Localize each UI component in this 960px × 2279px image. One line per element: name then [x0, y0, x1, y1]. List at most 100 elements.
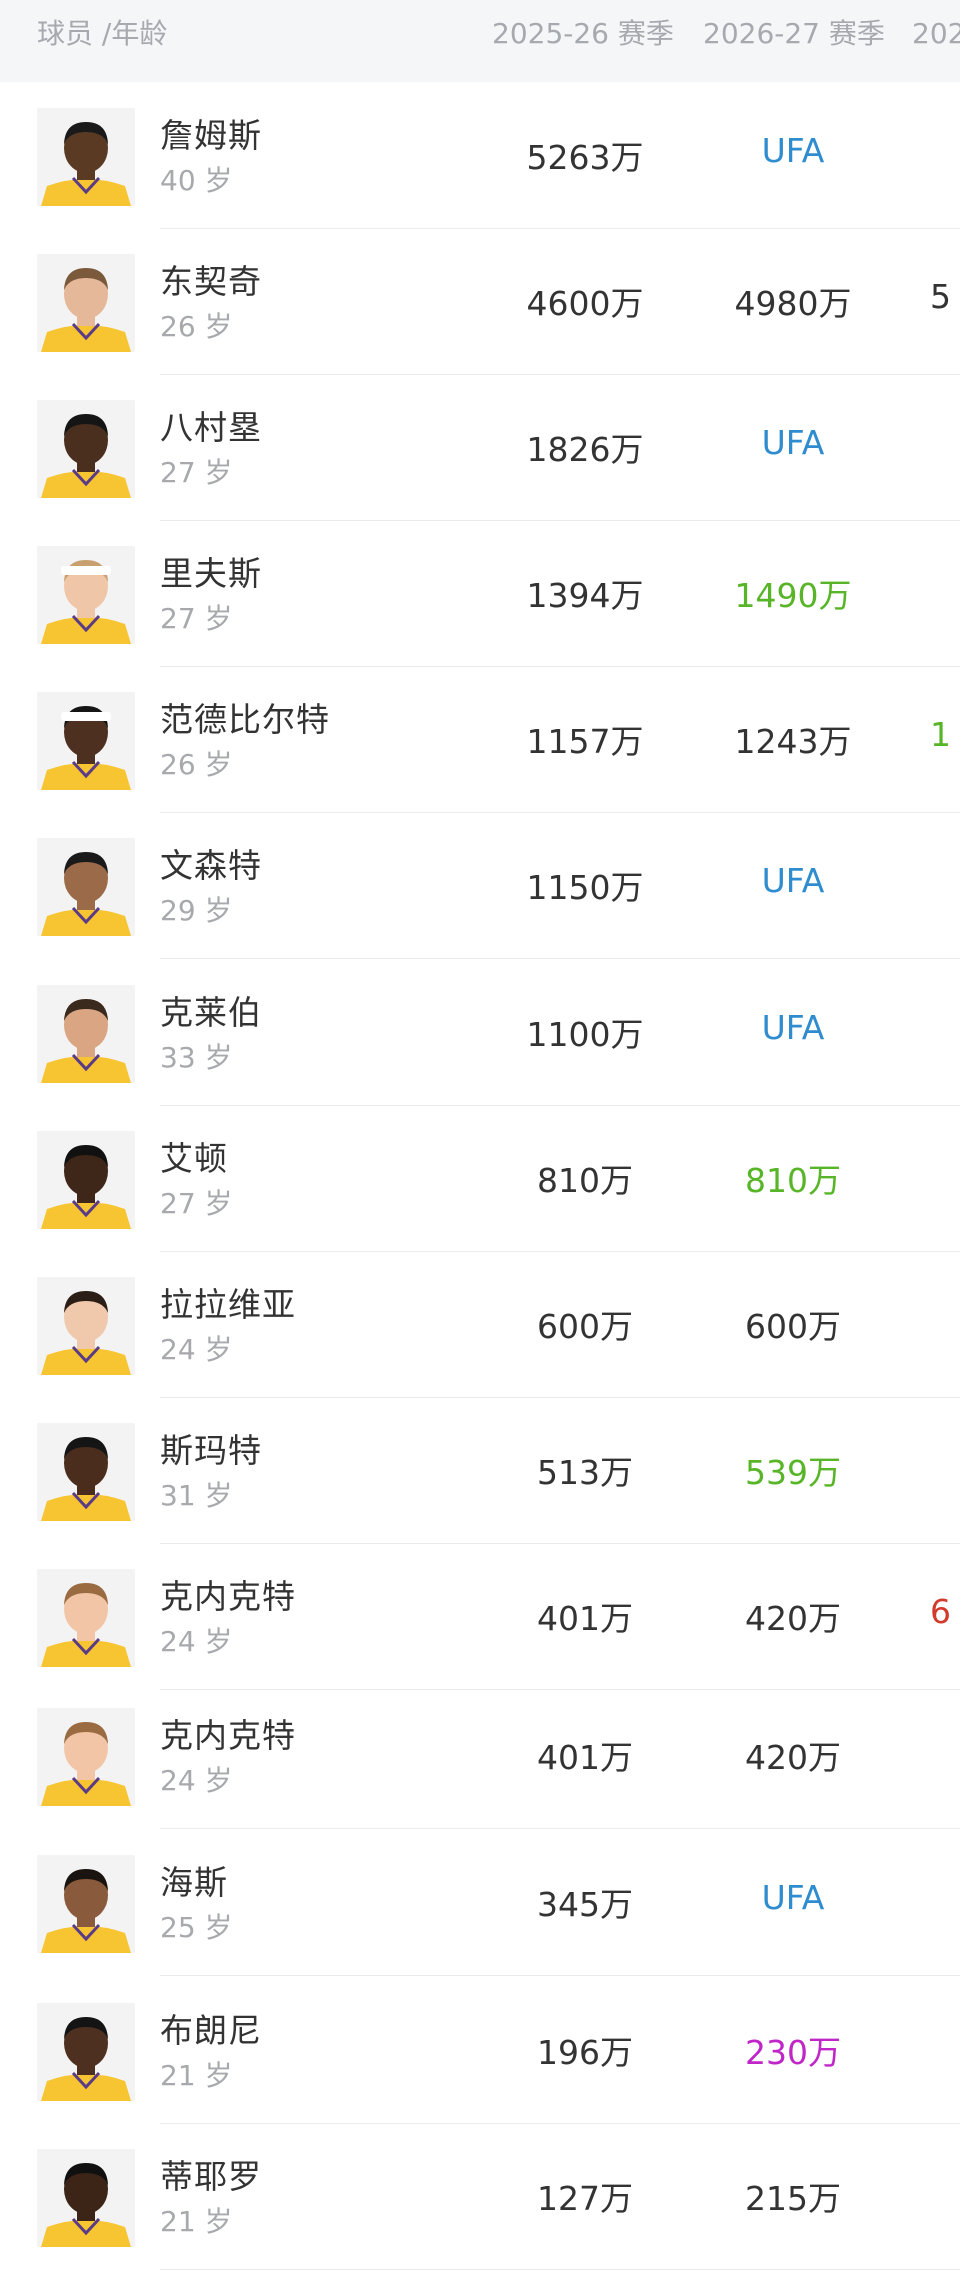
salary-2025-26: 1394万 [526, 576, 644, 615]
player-row[interactable]: 布朗尼 21 岁 196万 230万 [0, 1978, 960, 2124]
player-row[interactable]: 克内克特 24 岁 401万 420万 6 [0, 1544, 960, 1690]
player-name: 文森特 [160, 846, 262, 885]
header-player-age[interactable]: 球员 /年龄 [37, 0, 167, 68]
player-row[interactable]: 八村塁 27 岁 1826万 UFA [0, 375, 960, 521]
salary-2026-27: 539万 [745, 1453, 841, 1492]
player-row[interactable]: 范德比尔特 26 岁 1157万 1243万 1 [0, 667, 960, 813]
salary-2026-27: UFA [761, 1878, 825, 1917]
header-season-next[interactable]: 202 [912, 0, 960, 68]
player-name: 克莱伯 [160, 993, 262, 1032]
player-row[interactable]: 克内克特 24 岁 401万 420万 [0, 1683, 960, 1829]
salary-2026-27: 1243万 [734, 722, 852, 761]
player-avatar[interactable] [37, 1423, 135, 1521]
player-portrait-image [37, 1855, 135, 1953]
player-name: 拉拉维亚 [160, 1285, 296, 1324]
salary-2026-27: UFA [761, 1008, 825, 1047]
player-row[interactable]: 艾顿 27 岁 810万 810万 [0, 1106, 960, 1252]
salary-2025-26: 1100万 [526, 1015, 644, 1054]
player-avatar[interactable] [37, 838, 135, 936]
player-name: 斯玛特 [160, 1431, 262, 1470]
player-row[interactable]: 文森特 29 岁 1150万 UFA [0, 813, 960, 959]
row-divider [160, 2269, 960, 2270]
player-name: 范德比尔特 [160, 700, 330, 739]
salary-2026-27: UFA [761, 423, 825, 462]
player-avatar[interactable] [37, 400, 135, 498]
salary-next-season: 1 [930, 715, 951, 754]
player-name: 布朗尼 [160, 2011, 262, 2050]
player-name: 东契奇 [160, 262, 262, 301]
player-avatar[interactable] [37, 546, 135, 644]
player-row[interactable]: 拉拉维亚 24 岁 600万 600万 [0, 1252, 960, 1398]
player-portrait-image [37, 985, 135, 1083]
header-season-2025-26[interactable]: 2025-26 赛季 [492, 0, 674, 68]
player-avatar[interactable] [37, 2149, 135, 2247]
player-avatar[interactable] [37, 108, 135, 206]
salary-2026-27: 215万 [745, 2179, 841, 2218]
player-row[interactable]: 蒂耶罗 21 岁 127万 215万 [0, 2124, 960, 2270]
salary-2025-26: 401万 [537, 1738, 633, 1777]
player-portrait-image [37, 400, 135, 498]
player-name: 艾顿 [160, 1139, 228, 1178]
player-portrait-image [37, 692, 135, 790]
player-portrait-image [37, 2003, 135, 2101]
player-age: 33 岁 [160, 1041, 233, 1074]
player-portrait-image [37, 1131, 135, 1229]
player-avatar[interactable] [37, 2003, 135, 2101]
salary-2025-26: 1150万 [526, 868, 644, 907]
player-avatar[interactable] [37, 1131, 135, 1229]
player-row[interactable]: 东契奇 26 岁 4600万 4980万 5 [0, 229, 960, 375]
player-portrait-image [37, 254, 135, 352]
player-age: 31 岁 [160, 1479, 233, 1512]
player-portrait-image [37, 1708, 135, 1806]
player-name: 克内克特 [160, 1577, 296, 1616]
player-age: 24 岁 [160, 1333, 233, 1366]
player-portrait-image [37, 1277, 135, 1375]
salary-2025-26: 1826万 [526, 430, 644, 469]
header-season-2026-27[interactable]: 2026-27 赛季 [703, 0, 885, 68]
salary-2025-26: 127万 [537, 2179, 633, 2218]
salary-2025-26: 5263万 [526, 138, 644, 177]
salary-2026-27: 420万 [745, 1738, 841, 1777]
player-age: 27 岁 [160, 602, 233, 635]
salary-2026-27: UFA [761, 131, 825, 170]
table-header: 球员 /年龄 2025-26 赛季 2026-27 赛季 202 [0, 0, 960, 82]
player-age: 29 岁 [160, 894, 233, 927]
salary-2025-26: 810万 [537, 1161, 633, 1200]
player-age: 25 岁 [160, 1911, 233, 1944]
player-avatar[interactable] [37, 254, 135, 352]
salary-next-season: 6 [930, 1592, 951, 1631]
player-name: 克内克特 [160, 1716, 296, 1755]
salary-2025-26: 345万 [537, 1885, 633, 1924]
player-portrait-image [37, 1569, 135, 1667]
player-row[interactable]: 海斯 25 岁 345万 UFA [0, 1830, 960, 1976]
player-avatar[interactable] [37, 692, 135, 790]
player-portrait-image [37, 838, 135, 936]
player-avatar[interactable] [37, 1277, 135, 1375]
salary-next-season: 5 [930, 277, 951, 316]
player-name: 蒂耶罗 [160, 2157, 262, 2196]
player-age: 26 岁 [160, 748, 233, 781]
row-divider [160, 1828, 960, 1829]
salary-2025-26: 513万 [537, 1453, 633, 1492]
player-row[interactable]: 詹姆斯 40 岁 5263万 UFA [0, 83, 960, 229]
salary-2026-27: UFA [761, 861, 825, 900]
salary-2026-27: 1490万 [734, 576, 852, 615]
player-avatar[interactable] [37, 1569, 135, 1667]
salary-2026-27: 4980万 [734, 284, 852, 323]
salary-2026-27: 600万 [745, 1307, 841, 1346]
salary-2026-27: 420万 [745, 1599, 841, 1638]
player-name: 里夫斯 [160, 554, 262, 593]
player-portrait-image [37, 546, 135, 644]
player-age: 21 岁 [160, 2059, 233, 2092]
player-avatar[interactable] [37, 1855, 135, 1953]
player-row[interactable]: 克莱伯 33 岁 1100万 UFA [0, 960, 960, 1106]
player-avatar[interactable] [37, 985, 135, 1083]
player-avatar[interactable] [37, 1708, 135, 1806]
player-age: 27 岁 [160, 1187, 233, 1220]
player-age: 40 岁 [160, 164, 233, 197]
player-row[interactable]: 斯玛特 31 岁 513万 539万 [0, 1398, 960, 1544]
player-name: 詹姆斯 [160, 116, 262, 155]
player-row[interactable]: 里夫斯 27 岁 1394万 1490万 [0, 521, 960, 667]
player-portrait-image [37, 1423, 135, 1521]
player-age: 26 岁 [160, 310, 233, 343]
